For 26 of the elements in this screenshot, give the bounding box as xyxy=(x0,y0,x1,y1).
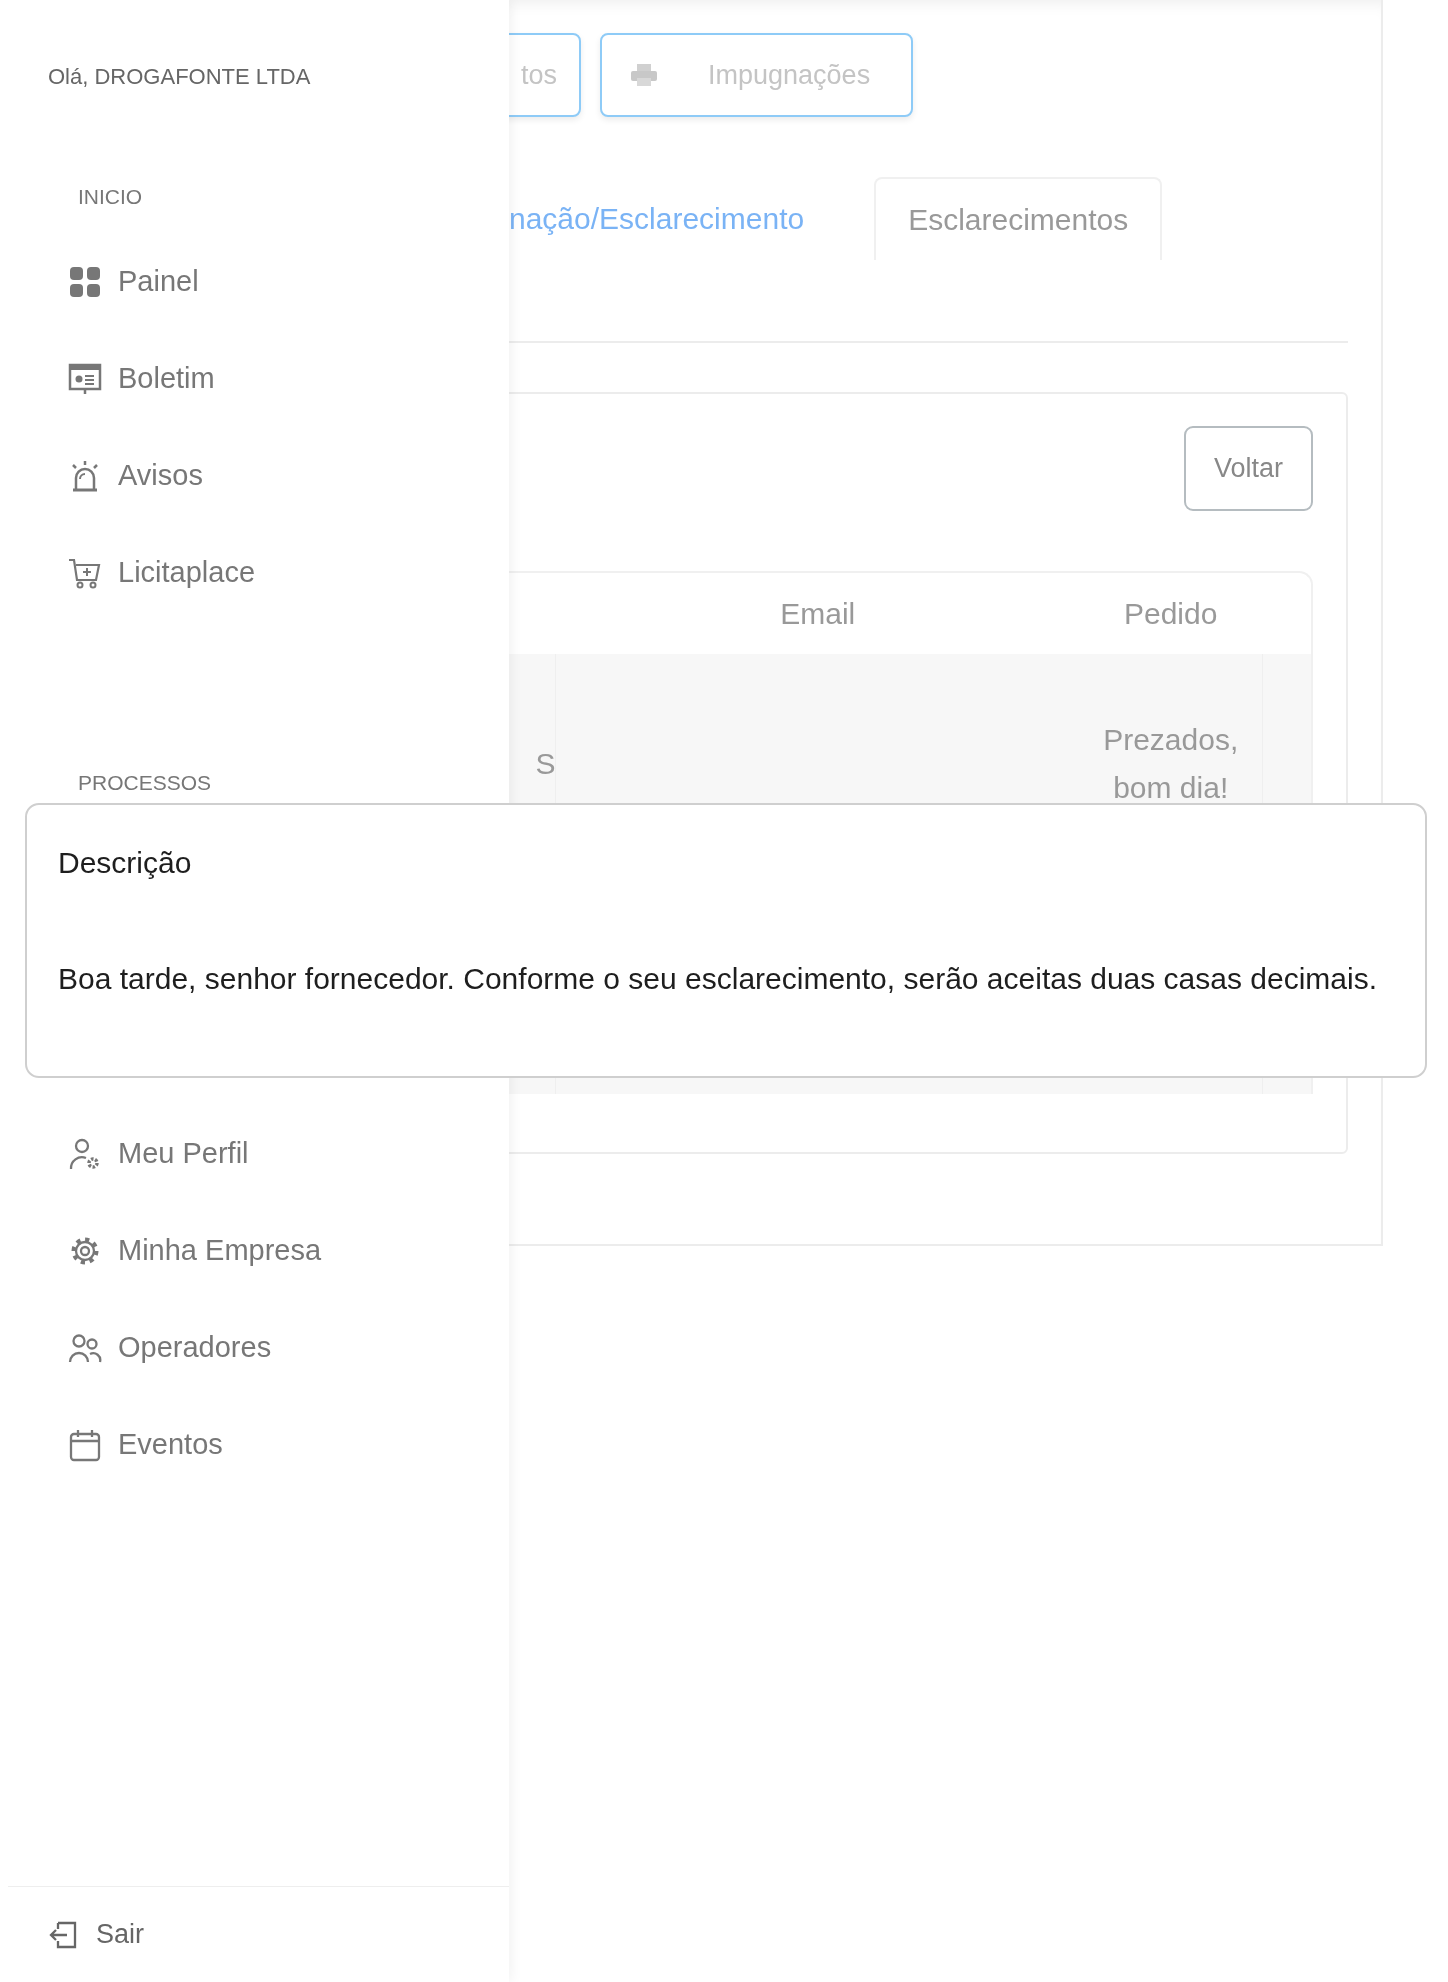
sidebar-item[interactable]: Minha Empresa xyxy=(0,1202,322,1299)
table-cell: Prezados, bom dia! xyxy=(1103,723,1239,804)
user-gear-icon xyxy=(68,1136,102,1171)
popup-text: Boa tarde, senhor fornecedor. Conforme o seu esclarecimento, serão aceitas duas casas decimais. xyxy=(58,961,1379,997)
calendar-icon xyxy=(68,1427,102,1462)
section-title: INICIO xyxy=(77,184,144,210)
sidebar-item[interactable]: Operadores xyxy=(0,1299,272,1396)
section-title: PROCESSOS xyxy=(77,770,213,796)
popup-title: Descrição xyxy=(58,845,192,881)
logout-link[interactable]: Sair xyxy=(48,1919,144,1950)
tab[interactable]: Esclarecimentos xyxy=(874,177,1163,260)
sidebar-item[interactable]: Boletim xyxy=(0,330,215,427)
sidebar-item[interactable]: Eventos xyxy=(0,1396,223,1493)
column-header: Pedido xyxy=(1124,596,1218,630)
presentation-board-icon xyxy=(68,361,102,396)
grid-icon xyxy=(68,264,102,299)
sidebar-item[interactable]: Licitaplace xyxy=(0,524,256,621)
back-button[interactable]: Voltar xyxy=(1184,426,1313,511)
sidebar-item[interactable]: Avisos xyxy=(0,427,203,524)
table-cell: S xyxy=(535,747,556,780)
greeting: Olá, DROGAFONTE LTDA xyxy=(47,63,312,90)
sidebar-item[interactable]: Painel xyxy=(0,233,199,330)
sidebar-item[interactable]: Meu Perfil xyxy=(0,1105,249,1202)
logout-icon xyxy=(48,1919,78,1950)
column-header: Email xyxy=(780,596,856,630)
printer-icon xyxy=(630,63,659,87)
